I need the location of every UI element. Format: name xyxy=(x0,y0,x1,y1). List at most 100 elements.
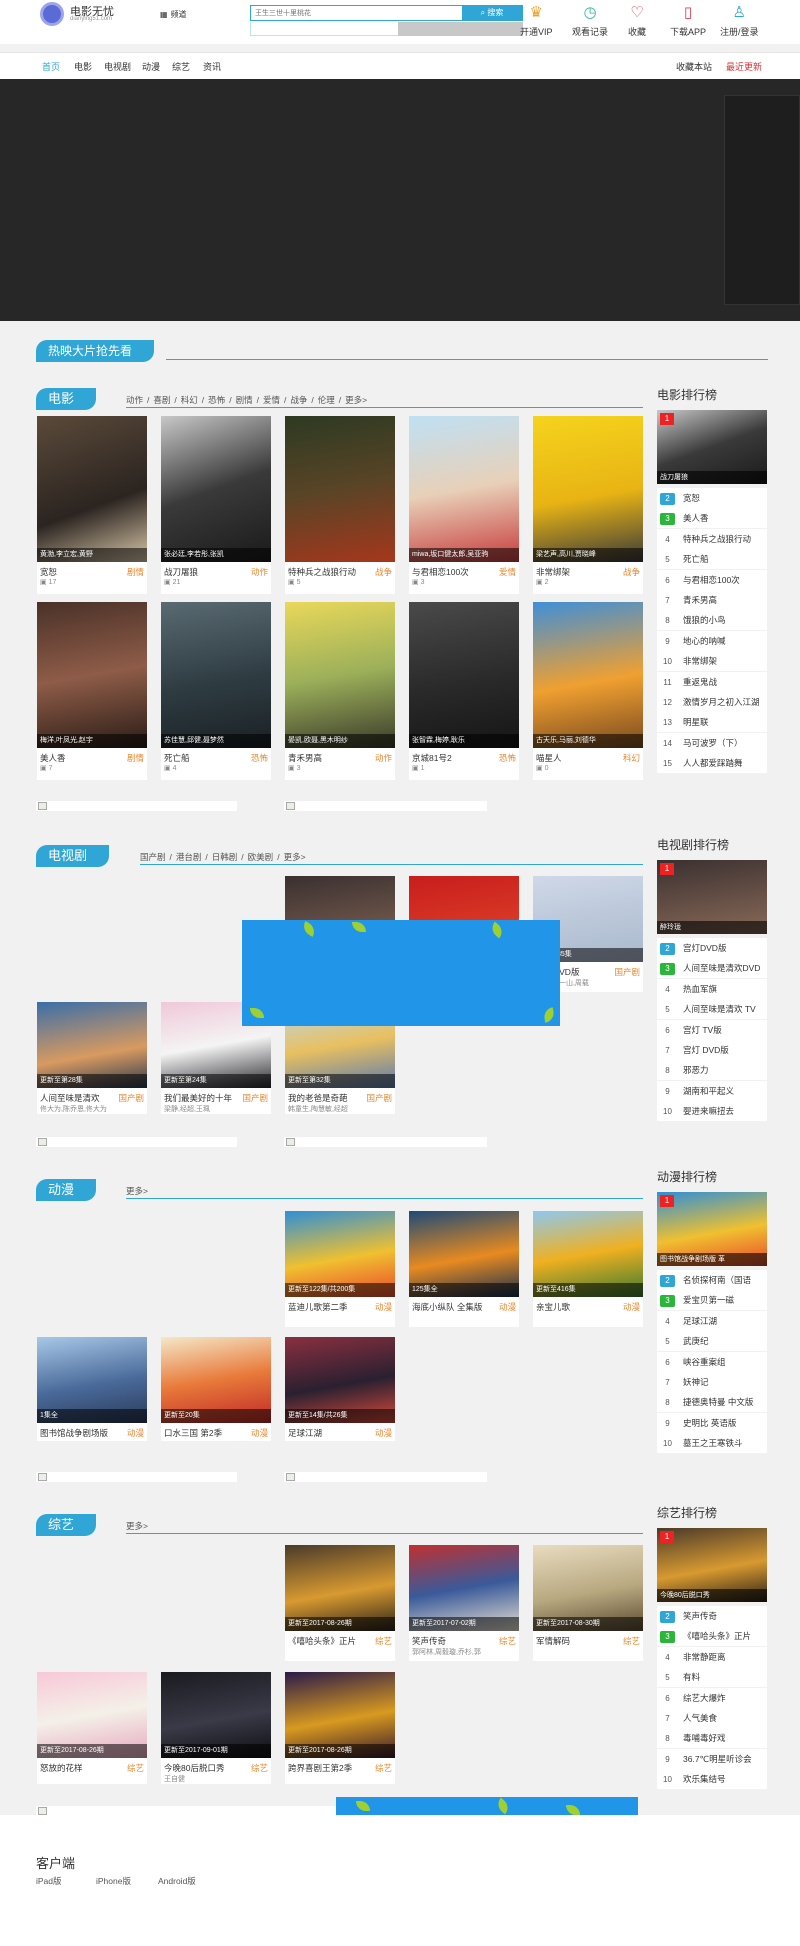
ranking-item[interactable]: 3 美人香 xyxy=(657,508,767,529)
card-genre[interactable]: 剧情 xyxy=(127,752,144,764)
card-genre[interactable]: 战争 xyxy=(623,566,640,578)
card-title[interactable]: 军情解码 xyxy=(536,1635,570,1647)
ad-strip[interactable] xyxy=(284,1137,487,1147)
ranking-item-label[interactable]: 邪恶力 xyxy=(683,1065,709,1075)
card-title[interactable]: 喵星人 xyxy=(536,752,562,764)
ranking-item[interactable]: 3 人间至味是清欢DVD xyxy=(657,958,767,979)
ranking-item-label[interactable]: 笑声传奇 xyxy=(683,1611,717,1621)
ranking-item-label[interactable]: 婴进来嘛扭去 xyxy=(683,1106,734,1116)
ranking-item[interactable]: 3 《嘻哈头条》正片 xyxy=(657,1626,767,1647)
poster-image[interactable]: 更新至第28集 xyxy=(37,1002,147,1088)
genre-tag[interactable]: 欧美剧 xyxy=(248,852,274,862)
card-genre[interactable]: 国产剧 xyxy=(614,966,640,978)
genre-tag[interactable]: 喜剧 xyxy=(153,395,170,405)
card-genre[interactable]: 恐怖 xyxy=(251,752,268,764)
ranking-item-label[interactable]: 《嘻哈头条》正片 xyxy=(683,1631,751,1641)
variety-section-title[interactable]: 综艺 xyxy=(36,1514,97,1536)
nav-item-1[interactable]: 电影 xyxy=(74,60,92,73)
movies-section-title[interactable]: 电影 xyxy=(36,388,97,410)
ranking-item-label[interactable]: 马可波罗（下） xyxy=(683,738,743,748)
ranking-item[interactable]: 2 名侦探柯南（国语 xyxy=(657,1270,767,1290)
card-title[interactable]: 特种兵之战狼行动 xyxy=(288,566,356,578)
ranking-item-label[interactable]: 墓王之王寒铁斗 xyxy=(683,1438,743,1448)
ranking-item[interactable]: 5 武庚纪 xyxy=(657,1331,767,1352)
card-genre[interactable]: 动漫 xyxy=(127,1427,144,1439)
genre-tag[interactable]: 更多> xyxy=(126,1186,148,1196)
ranking-item-label[interactable]: 欢乐集结号 xyxy=(683,1774,726,1784)
ad-strip[interactable] xyxy=(36,1472,237,1482)
media-card[interactable]: 更新至2017-07-02期 笑声传奇 综艺 郭阿林,周毅璇,乔杉,郭 xyxy=(409,1545,519,1661)
card-title[interactable]: 口水三国 第2季 xyxy=(164,1427,222,1439)
genre-tag[interactable]: 战争 xyxy=(290,395,307,405)
poster-image[interactable]: 梁艺声,高川,贾晓峰 xyxy=(533,416,643,562)
ad-strip[interactable] xyxy=(36,801,237,811)
ranking-item[interactable]: 4 热血军旗 xyxy=(657,978,767,999)
ranking-item[interactable]: 10 非常绑架 xyxy=(657,651,767,672)
ranking-item[interactable]: 7 宫灯 DVD版 xyxy=(657,1040,767,1060)
poster-image[interactable]: 更新至416集 xyxy=(533,1211,643,1297)
ipad-link[interactable]: iPad版 xyxy=(36,1875,62,1887)
ranking-item[interactable]: 5 死亡船 xyxy=(657,549,767,570)
poster-image[interactable]: 更新至2017-08-26期 xyxy=(285,1545,395,1631)
media-card[interactable]: 更新至2017-09-01期 今晚80后脱口秀 综艺 王自健 xyxy=(161,1672,271,1784)
ranking-item[interactable]: 10 婴进来嘛扭去 xyxy=(657,1101,767,1122)
poster-image[interactable]: 晏凯,欧聂,黑木明纱 xyxy=(285,602,395,748)
ranking-item-label[interactable]: 毒哺毒好戏 xyxy=(683,1733,726,1743)
ranking-item-label[interactable]: 宫灯DVD版 xyxy=(683,943,726,953)
card-genre[interactable]: 综艺 xyxy=(623,1635,640,1647)
ranking-item-label[interactable]: 史明比 英语版 xyxy=(683,1418,736,1428)
card-genre[interactable]: 综艺 xyxy=(499,1635,516,1647)
card-title[interactable]: 宽恕 xyxy=(40,566,57,578)
anime-section-title[interactable]: 动漫 xyxy=(36,1179,97,1201)
media-card[interactable]: 张智霖,梅婷,耿乐 京城81号2 恐怖 ▣ 1 xyxy=(409,602,519,780)
tool-phone[interactable]: ▯ 下载APP xyxy=(670,4,706,38)
nav-item-4[interactable]: 综艺 xyxy=(172,60,190,73)
tv-section-title[interactable]: 电视剧 xyxy=(36,845,110,867)
card-genre[interactable]: 动漫 xyxy=(375,1427,392,1439)
ranking-top-item[interactable]: 1 今晚80后脱口秀 xyxy=(657,1528,767,1602)
card-title[interactable]: 今晚80后脱口秀 xyxy=(164,1762,224,1774)
ranking-item[interactable]: 11 重返鬼战 xyxy=(657,671,767,692)
card-genre[interactable]: 剧情 xyxy=(127,566,144,578)
poster-image[interactable]: 黄渤,李立宏,黄野 xyxy=(37,416,147,562)
ranking-item[interactable]: 6 宫灯 TV版 xyxy=(657,1019,767,1040)
ranking-item-label[interactable]: 宫灯 TV版 xyxy=(683,1025,722,1035)
card-genre[interactable]: 动作 xyxy=(375,752,392,764)
card-title[interactable]: 与君相恋100次 xyxy=(412,566,469,578)
card-genre[interactable]: 国产剧 xyxy=(242,1092,268,1104)
media-card[interactable]: miwa,坂口健太郎,吴亚驹 与君相恋100次 爱情 ▣ 3 xyxy=(409,416,519,594)
media-card[interactable]: 更新至2017-08-26期 《嘻哈头条》正片 综艺 xyxy=(285,1545,395,1661)
poster-image[interactable]: 更新至20集 xyxy=(161,1337,271,1423)
ranking-item-label[interactable]: 与君相恋100次 xyxy=(683,575,740,585)
card-genre[interactable]: 动漫 xyxy=(499,1301,516,1313)
ranking-item-label[interactable]: 重返鬼战 xyxy=(683,677,717,687)
media-card[interactable]: 更新至14集/共26集 足球江湖 动漫 xyxy=(285,1337,395,1441)
genre-tag[interactable]: 恐怖 xyxy=(208,395,225,405)
ranking-item-label[interactable]: 综艺大爆炸 xyxy=(683,1693,726,1703)
genre-tag[interactable]: 科幻 xyxy=(181,395,198,405)
card-title[interactable]: 青禾男高 xyxy=(288,752,322,764)
ranking-item[interactable]: 8 毒哺毒好戏 xyxy=(657,1728,767,1749)
ranking-top-item[interactable]: 1 图书馆战争剧场版 革 xyxy=(657,1192,767,1266)
card-title[interactable]: 足球江湖 xyxy=(288,1427,322,1439)
media-card[interactable]: 更新至2017-08-26期 怒放的花样 综艺 xyxy=(37,1672,147,1784)
ranking-item-label[interactable]: 饿狼的小鸟 xyxy=(683,615,726,625)
ranking-item-label[interactable]: 非常绑架 xyxy=(683,656,717,666)
ranking-item[interactable]: 6 峡谷重案组 xyxy=(657,1351,767,1372)
card-genre[interactable]: 综艺 xyxy=(251,1762,268,1774)
ranking-item[interactable]: 7 青禾男高 xyxy=(657,590,767,610)
ranking-item-label[interactable]: 美人香 xyxy=(683,513,709,523)
poster-image[interactable] xyxy=(285,416,395,562)
card-genre[interactable]: 综艺 xyxy=(127,1762,144,1774)
media-card[interactable]: 苏佳慧,邱健,聂梦然 死亡船 恐怖 ▣ 4 xyxy=(161,602,271,780)
ranking-item[interactable]: 9 湖南和平起义 xyxy=(657,1080,767,1101)
poster-image[interactable]: 更新至2017-08-26期 xyxy=(37,1672,147,1758)
genre-tag[interactable]: 伦理 xyxy=(318,395,335,405)
card-title[interactable]: 美人香 xyxy=(40,752,66,764)
card-genre[interactable]: 动漫 xyxy=(623,1301,640,1313)
card-genre[interactable]: 战争 xyxy=(375,566,392,578)
card-title[interactable]: 图书馆战争剧场版 xyxy=(40,1427,108,1439)
card-genre[interactable]: 动漫 xyxy=(251,1427,268,1439)
ranking-item-label[interactable]: 爱宝贝第一磁 xyxy=(683,1295,734,1305)
genre-tag[interactable]: 动作 xyxy=(126,395,143,405)
